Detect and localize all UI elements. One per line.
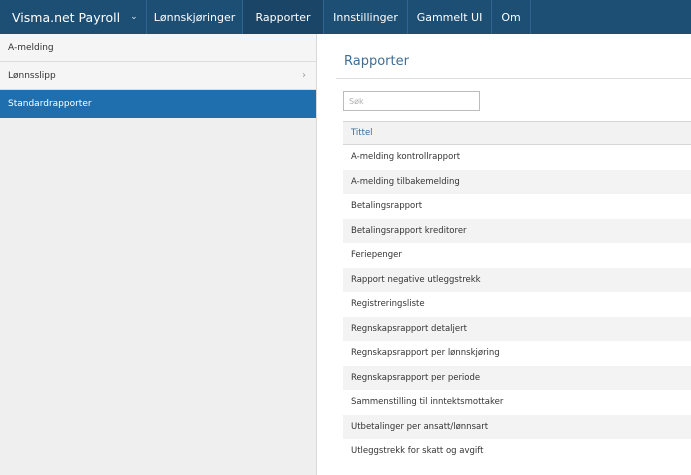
nav-tab-label: Rapporter (255, 10, 311, 24)
sidebar-item-label: Standardrapporter (8, 99, 92, 109)
chevron-down-icon: ⌄ (130, 12, 138, 22)
main-content: Rapporter Tittel A-melding kontrollrappo… (318, 34, 691, 475)
table-row[interactable]: A-melding kontrollrapport (343, 145, 691, 170)
nav-tab-lonnskjoringer[interactable]: Lønnskjøringer (147, 0, 243, 34)
report-title: A-melding kontrollrapport (351, 152, 461, 163)
report-title: Registreringsliste (351, 299, 425, 310)
report-title: Regnskapsrapport detaljert (351, 323, 467, 334)
report-title: Sammenstilling til inntektsmottaker (351, 397, 504, 408)
sidebar-item-label: A-melding (8, 42, 54, 53)
nav-tab-label: Innstillinger (333, 10, 398, 24)
report-title: Betalingsrapport (351, 201, 423, 212)
table-row[interactable]: Betalingsrapport (343, 194, 691, 219)
title-divider (336, 78, 691, 79)
top-navigation: Visma.net Payroll ⌄ Lønnskjøringer Rappo… (0, 0, 691, 34)
table-body: A-melding kontrollrapport A-melding tilba… (343, 145, 691, 464)
table-row[interactable]: Registreringsliste (343, 292, 691, 317)
chevron-right-icon: › (302, 70, 306, 81)
nav-tab-label: Om (501, 10, 521, 24)
report-title: Betalingsrapport kreditorer (351, 225, 467, 236)
table-row[interactable]: Regnskapsrapport per periode (343, 365, 691, 390)
sidebar-item-label: Lønnsslipp (8, 70, 56, 81)
search-input[interactable] (343, 91, 480, 111)
report-title: Regnskapsrapport per lønnskjøring (351, 348, 500, 359)
product-name: Visma.net Payroll (12, 9, 121, 25)
table-row[interactable]: Utbetalinger per ansatt/lønnsart (343, 414, 691, 439)
app-root: Visma.net Payroll ⌄ Lønnskjøringer Rappo… (0, 0, 691, 475)
nav-tab-gammelt-ui[interactable]: Gammelt UI (408, 0, 492, 34)
report-title: Rapport negative utleggstrekk (351, 274, 481, 285)
nav-tab-rapporter[interactable]: Rapporter (243, 0, 324, 34)
table-row[interactable]: Rapport negative utleggstrekk (343, 267, 691, 292)
reports-table: Tittel A-melding kontrollrapport A-meldin… (343, 121, 691, 464)
column-header-label: Tittel (351, 128, 373, 138)
report-title: Utleggstrekk for skatt og avgift (351, 446, 484, 457)
sidebar: A-melding Lønnsslipp › Standardrapporter (0, 34, 317, 475)
report-title: A-melding tilbakemelding (351, 176, 460, 187)
table-row[interactable]: Sammenstilling til inntektsmottaker (343, 390, 691, 415)
nav-tab-om[interactable]: Om (492, 0, 531, 34)
table-row[interactable]: Regnskapsrapport detaljert (343, 316, 691, 341)
nav-tab-label: Lønnskjøringer (153, 10, 236, 24)
report-title: Utbetalinger per ansatt/lønnsart (351, 421, 489, 432)
sidebar-item-standardrapporter[interactable]: Standardrapporter (0, 90, 316, 118)
sidebar-item-lonnsslipp[interactable]: Lønnsslipp › (0, 62, 316, 90)
table-row[interactable]: Utleggstrekk for skatt og avgift (343, 439, 691, 464)
table-row[interactable]: Betalingsrapport kreditorer (343, 218, 691, 243)
table-row[interactable]: Regnskapsrapport per lønnskjøring (343, 341, 691, 366)
page-title: Rapporter (344, 54, 409, 69)
sidebar-item-a-melding[interactable]: A-melding (0, 34, 316, 62)
table-row[interactable]: Feriepenger (343, 243, 691, 268)
nav-tab-innstillinger[interactable]: Innstillinger (324, 0, 408, 34)
report-title: Regnskapsrapport per periode (351, 372, 481, 383)
report-title: Feriepenger (351, 250, 402, 261)
column-header-tittel[interactable]: Tittel (343, 121, 691, 145)
nav-tab-label: Gammelt UI (416, 10, 483, 24)
product-switcher[interactable]: Visma.net Payroll ⌄ (0, 0, 147, 34)
table-row[interactable]: A-melding tilbakemelding (343, 169, 691, 194)
